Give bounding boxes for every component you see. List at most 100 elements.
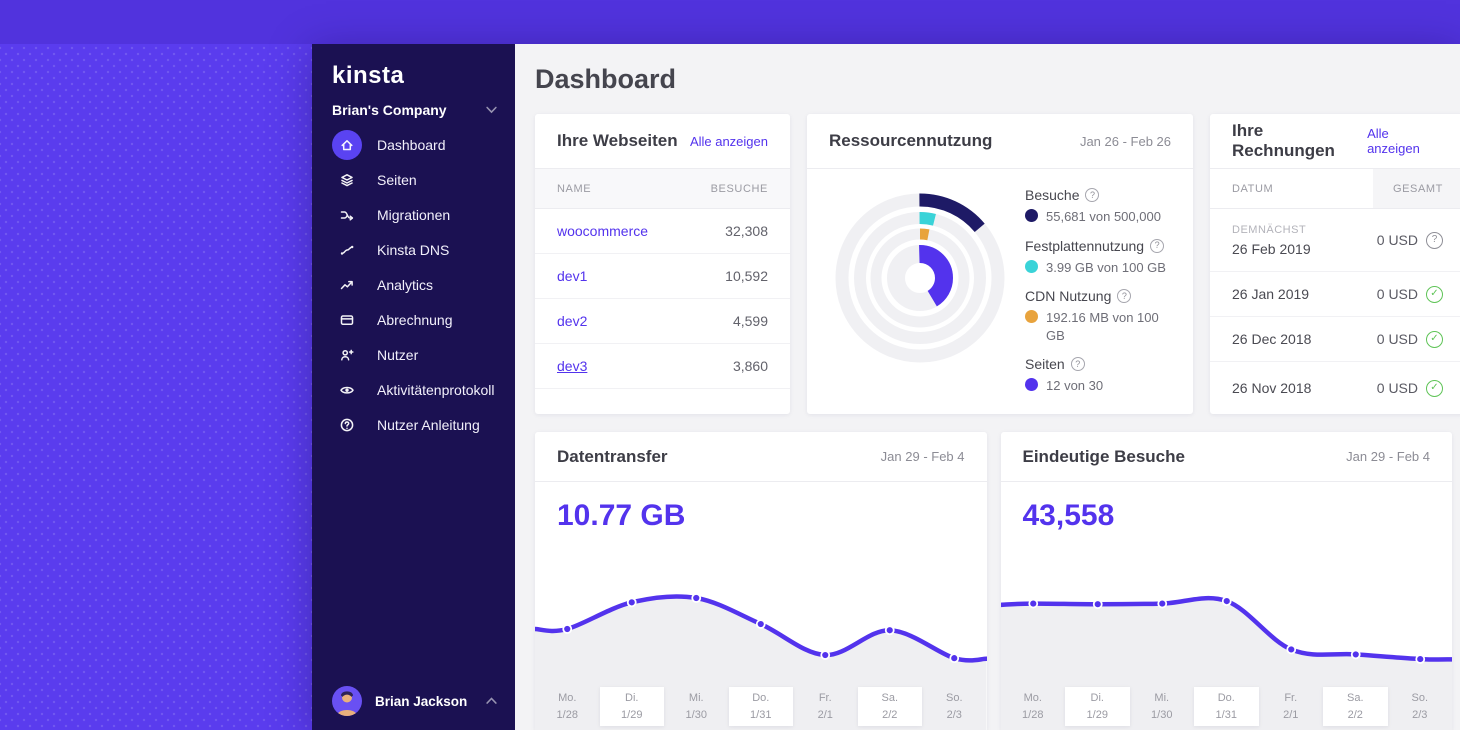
company-selector[interactable]: Brian's Company xyxy=(332,100,497,120)
sidebar-item-analytics[interactable]: Analytics xyxy=(332,268,505,302)
day-label: Di. xyxy=(625,692,639,704)
website-row: woocommerce 32,308 xyxy=(535,209,790,254)
legend-value: 12 von 30 xyxy=(1046,378,1104,394)
website-row: dev1 10,592 xyxy=(535,254,790,299)
home-icon xyxy=(332,130,362,160)
transfer-x-axis-labels: Mo. 1/28 Di. 1/29 Mi. 1/30 Do. 1/31 Fr. 2/1 Sa. 2/2… xyxy=(535,687,987,726)
check-circle-icon: ✓ xyxy=(1426,379,1443,397)
user-menu[interactable]: Brian Jackson xyxy=(312,686,515,716)
x-axis-label: So. 2/3 xyxy=(1388,687,1453,726)
legend-color-dot xyxy=(1025,209,1038,222)
col-datum: DATUM xyxy=(1232,182,1274,195)
main-content: Dashboard Ihre Webseiten Alle anzeigen N… xyxy=(515,44,1460,730)
x-axis-label: Mi. 1/30 xyxy=(1130,687,1195,726)
day-label: Sa. xyxy=(1346,692,1364,704)
site-link-dev3[interactable]: dev3 xyxy=(557,358,587,374)
sidebar-item-seiten[interactable]: Seiten xyxy=(332,163,505,197)
invoice-row: DEMNÄCHST 26 Feb 2019 0 USD? xyxy=(1210,209,1460,272)
invoice-date: 26 Jan 2019 xyxy=(1232,286,1310,302)
page-title: Dashboard xyxy=(535,64,677,94)
site-link-dev2[interactable]: dev2 xyxy=(557,313,587,329)
legend-item-cdn-nutzung: CDN Nutzung? 192.16 MB von 100 GB xyxy=(1025,288,1175,344)
sidebar-item-label: Migrationen xyxy=(377,207,451,223)
sidebar-item-abrechnung[interactable]: Abrechnung xyxy=(332,303,505,337)
legend-color-dot xyxy=(1025,378,1038,392)
date-label: 2/1 xyxy=(817,708,833,721)
websites-card: Ihre Webseiten Alle anzeigen NAME BESUCH… xyxy=(535,114,790,414)
data-point xyxy=(1221,596,1232,606)
invoice-amount: 0 USD xyxy=(1376,331,1418,347)
date-label: 2/3 xyxy=(946,708,962,721)
col-besuche: BESUCHE xyxy=(710,182,768,195)
data-point xyxy=(1350,649,1361,660)
date-label: 2/1 xyxy=(1283,708,1299,721)
billing-icon xyxy=(332,305,362,335)
x-axis-label: Sa. 2/2 xyxy=(1323,687,1388,726)
sidebar-item-label: Aktivitätenprotokoll xyxy=(377,382,495,398)
invoice-date: 26 Feb 2019 xyxy=(1232,240,1311,257)
day-label: Do. xyxy=(1217,692,1235,704)
help-icon[interactable]: ? xyxy=(1117,289,1132,304)
legend-value: 3.99 GB von 100 GB xyxy=(1046,259,1166,275)
transfer-total-value: 10.77 GB xyxy=(557,499,686,532)
day-label: So. xyxy=(945,692,963,704)
sidebar-item-migrationen[interactable]: Migrationen xyxy=(332,198,505,232)
help-icon[interactable]: ? xyxy=(1070,357,1085,372)
x-axis-label: Do. 1/31 xyxy=(1194,687,1259,726)
help-icon[interactable]: ? xyxy=(1085,188,1100,202)
site-visits: 10,592 xyxy=(725,268,768,284)
day-label: Fr. xyxy=(818,692,832,704)
site-link-woocommerce[interactable]: woocommerce xyxy=(557,223,648,239)
website-row: dev2 4,599 xyxy=(535,299,790,344)
invoices-table-header: DATUM GESAMT xyxy=(1210,169,1460,209)
help-icon[interactable]: ? xyxy=(1150,238,1165,253)
data-point xyxy=(1156,598,1167,609)
legend-item-besuche: Besuche? 55,681 von 500,000 xyxy=(1025,187,1175,226)
invoice-date: 26 Nov 2018 xyxy=(1232,380,1312,396)
check-circle-icon: ✓ xyxy=(1426,330,1443,348)
date-label: 2/2 xyxy=(1347,708,1363,721)
legend-item-festplattennutzung: Festplattennutzung? 3.99 GB von 100 GB xyxy=(1025,238,1175,277)
kinsta-logo: Kinsta xyxy=(332,62,405,89)
data-point xyxy=(1027,598,1038,609)
websites-view-all-link[interactable]: Alle anzeigen xyxy=(690,134,768,149)
sidebar-item-nutzer-anleitung[interactable]: Nutzer Anleitung xyxy=(332,408,505,442)
transfer-card: Datentransfer Jan 29 - Feb 4 10.77 GB Mo… xyxy=(535,432,987,730)
sidebar-item-label: Nutzer xyxy=(377,347,419,363)
x-axis-label: Sa. 2/2 xyxy=(857,687,922,726)
company-name: Brian's Company xyxy=(332,102,447,118)
data-point xyxy=(755,619,766,629)
sidebar-item-aktivit-tenprotokoll[interactable]: Aktivitätenprotokoll xyxy=(332,373,505,407)
date-label: 1/30 xyxy=(1151,708,1173,721)
date-label: 1/31 xyxy=(1215,708,1237,721)
resources-legend: Besuche? 55,681 von 500,000 Festplattennut… xyxy=(1025,183,1175,407)
invoice-upcoming-tag: DEMNÄCHST xyxy=(1232,223,1307,236)
sidebar-item-kinsta-dns[interactable]: Kinsta DNS xyxy=(332,233,505,267)
invoices-view-all-link[interactable]: Alle anzeigen xyxy=(1367,126,1443,156)
legend-value: 192.16 MB von 100 GB xyxy=(1046,310,1159,343)
site-link-dev1[interactable]: dev1 xyxy=(557,268,587,284)
site-visits: 32,308 xyxy=(725,223,768,239)
sidebar: Kinsta Brian's Company Dashboard Seiten Mi… xyxy=(312,44,515,730)
x-axis-label: So. 2/3 xyxy=(922,687,987,726)
day-label: Di. xyxy=(1090,692,1104,704)
user-name: Brian Jackson xyxy=(375,693,468,709)
invoices-card: Ihre Rechnungen Alle anzeigen DATUM GESA… xyxy=(1210,114,1460,414)
unique-visits-chart-area: Mo. 1/28 Di. 1/29 Mi. 1/30 Do. 1/31 Fr. 2/1 Sa. 2/2… xyxy=(1000,540,1453,730)
websites-table-body: woocommerce 32,308 dev1 10,592 dev2 4,599 dev3… xyxy=(535,209,790,389)
sidebar-item-dashboard[interactable]: Dashboard xyxy=(332,128,505,162)
invoice-row: 26 Jan 2019 0 USD ✓ xyxy=(1210,272,1460,317)
sidebar-item-label: Kinsta DNS xyxy=(377,242,450,258)
invoice-row: 26 Nov 2018 0 USD ✓ xyxy=(1210,362,1460,414)
day-label: Sa. xyxy=(881,692,898,704)
sidebar-item-label: Abrechnung xyxy=(377,312,453,328)
x-axis-label: Fr. 2/1 xyxy=(1259,687,1324,726)
resources-card-title: Ressourcennutzung xyxy=(829,131,993,150)
websites-card-title: Ihre Webseiten xyxy=(557,131,678,150)
site-visits: 3,860 xyxy=(732,358,768,374)
background-top-band xyxy=(0,0,1460,44)
sidebar-item-nutzer[interactable]: Nutzer xyxy=(332,338,505,372)
data-point xyxy=(1414,654,1425,664)
col-name: NAME xyxy=(557,182,592,195)
unique-visits-x-axis-labels: Mo. 1/28 Di. 1/29 Mi. 1/30 Do. 1/31 Fr. 2/1 Sa. 2/2… xyxy=(1001,687,1453,726)
